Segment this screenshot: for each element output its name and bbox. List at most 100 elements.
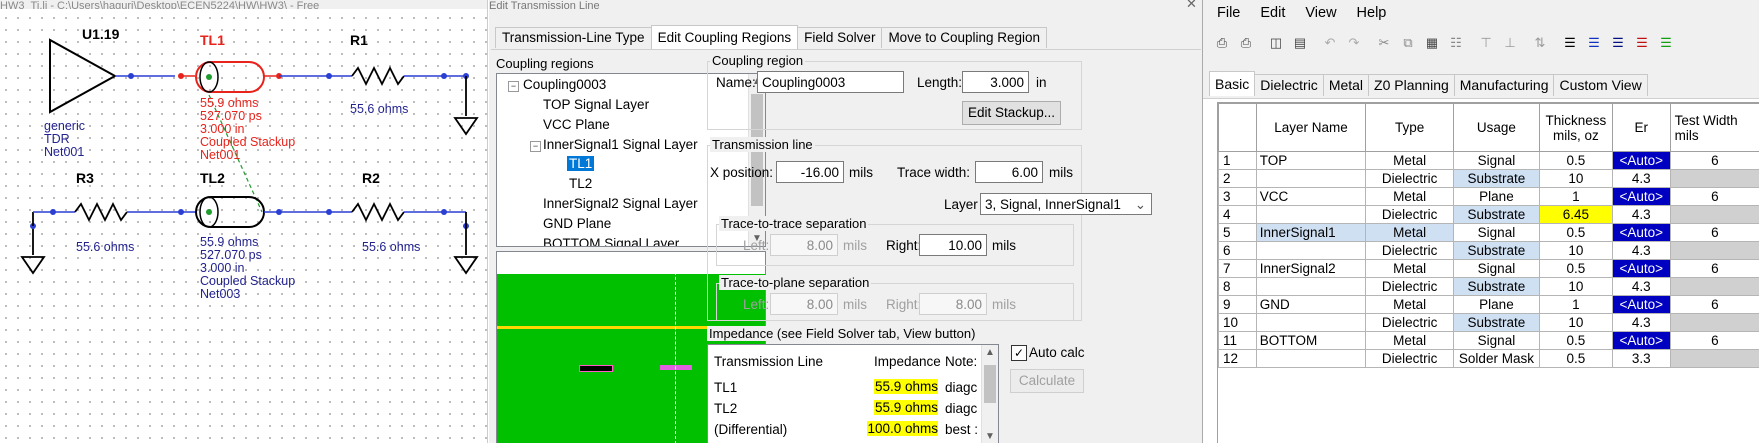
trace-width-field[interactable]: 6.00 xyxy=(975,161,1043,183)
stackup-tab-z0-planning[interactable]: Z0 Planning xyxy=(1368,74,1455,96)
sort-icon[interactable]: ⇅ xyxy=(1531,34,1549,52)
table-row[interactable]: 6 Dielectric Substrate 10 4.3 xyxy=(1218,241,1759,260)
usage-cell[interactable]: Plane xyxy=(1452,187,1540,206)
tree-node-tl1[interactable]: TL1 xyxy=(567,156,595,171)
stackup-tab-manufacturing[interactable]: Manufacturing xyxy=(1453,74,1555,96)
r1-symbol[interactable] xyxy=(351,65,405,87)
layer-name-cell[interactable]: TOP xyxy=(1255,151,1367,170)
t2p-left-field[interactable]: 8.00 xyxy=(770,293,838,315)
test-width-cell[interactable] xyxy=(1669,349,1759,368)
type-cell[interactable]: Dielectric xyxy=(1365,241,1454,260)
test-width-cell[interactable] xyxy=(1669,205,1759,224)
er-cell[interactable]: <Auto> xyxy=(1611,223,1671,242)
r3-symbol[interactable] xyxy=(74,201,128,223)
schematic-drawing[interactable] xyxy=(0,0,487,443)
layer-name-cell[interactable]: InnerSignal1 xyxy=(1255,223,1367,242)
tree-node-tl2[interactable]: TL2 xyxy=(569,176,592,191)
test-width-cell[interactable] xyxy=(1669,277,1759,296)
thickness-cell[interactable]: 10 xyxy=(1538,277,1613,296)
red-bars-icon[interactable]: ☰ xyxy=(1633,34,1651,52)
rows-icon[interactable]: ▤ xyxy=(1291,34,1309,52)
type-cell[interactable]: Dielectric xyxy=(1365,205,1454,224)
stackup-tab-basic[interactable]: Basic xyxy=(1209,71,1256,96)
test-width-cell[interactable] xyxy=(1669,313,1759,332)
tab-edit-coupling-regions[interactable]: Edit Coupling Regions xyxy=(650,25,799,49)
tree-node-top[interactable]: TOP Signal Layer xyxy=(543,97,649,112)
copy-icon[interactable]: ⧉ xyxy=(1399,34,1417,52)
tree-node-vcc[interactable]: VCC Plane xyxy=(543,117,610,132)
usage-cell[interactable]: Substrate xyxy=(1452,205,1540,224)
thickness-cell[interactable]: 0.5 xyxy=(1538,151,1613,170)
type-cell[interactable]: Metal xyxy=(1365,223,1454,242)
table-row[interactable]: 4 Dielectric Substrate 6.45 4.3 xyxy=(1218,205,1759,224)
schematic-canvas[interactable]: HW3_Ti.li - C:\Users\haguri\Desktop\ECEN… xyxy=(0,0,488,443)
layer-name-cell[interactable]: InnerSignal2 xyxy=(1255,259,1367,278)
usage-cell[interactable]: Signal xyxy=(1452,223,1540,242)
er-cell[interactable]: 4.3 xyxy=(1611,313,1671,332)
type-cell[interactable]: Dielectric xyxy=(1365,169,1454,188)
table-row[interactable]: 3 VCC Metal Plane 1 <Auto> 6 xyxy=(1218,187,1759,206)
thickness-cell[interactable]: 1 xyxy=(1538,187,1613,206)
layer-name-cell[interactable]: VCC xyxy=(1255,187,1367,206)
layer-name-cell[interactable] xyxy=(1255,241,1367,260)
tl1-symbol[interactable] xyxy=(195,61,265,93)
close-icon[interactable]: ✕ xyxy=(1186,0,1197,12)
usage-cell[interactable]: Substrate xyxy=(1452,313,1540,332)
type-cell[interactable]: Metal xyxy=(1365,187,1454,206)
thickness-cell[interactable]: 10 xyxy=(1538,241,1613,260)
tree-node-coupling[interactable]: Coupling0003 xyxy=(523,77,606,92)
usage-cell[interactable]: Substrate xyxy=(1452,169,1540,188)
test-width-cell[interactable]: 6 xyxy=(1669,295,1759,314)
er-cell[interactable]: 4.3 xyxy=(1611,241,1671,260)
header-usage[interactable]: Usage xyxy=(1452,103,1540,152)
usage-cell[interactable]: Signal xyxy=(1452,151,1540,170)
layer-name-cell[interactable] xyxy=(1255,205,1367,224)
thickness-cell[interactable]: 0.5 xyxy=(1538,349,1613,368)
stackup-tab-custom-view[interactable]: Custom View xyxy=(1553,74,1648,96)
calculate-button[interactable]: Calculate xyxy=(1010,369,1084,393)
er-cell[interactable]: <Auto> xyxy=(1611,187,1671,206)
usage-cell[interactable]: Substrate xyxy=(1452,241,1540,260)
test-width-cell[interactable]: 6 xyxy=(1669,223,1759,242)
columns-icon[interactable]: ◫ xyxy=(1267,34,1285,52)
thickness-cell[interactable]: 10 xyxy=(1538,313,1613,332)
table-row[interactable]: 12 Dielectric Solder Mask 0.5 3.3 xyxy=(1218,349,1759,368)
t2t-left-field[interactable]: 8.00 xyxy=(770,234,838,256)
type-cell[interactable]: Metal xyxy=(1365,331,1454,350)
test-width-cell[interactable] xyxy=(1669,169,1759,188)
header-thickness[interactable]: Thickness mils, oz xyxy=(1538,103,1613,152)
type-cell[interactable]: Metal xyxy=(1365,259,1454,278)
header-type[interactable]: Type xyxy=(1365,103,1454,152)
insert-above-icon[interactable]: ⊤ xyxy=(1477,34,1495,52)
layer-name-cell[interactable] xyxy=(1255,349,1367,368)
header-layer-name[interactable]: Layer Name xyxy=(1255,103,1367,152)
paste-special-icon[interactable]: ▦ xyxy=(1423,34,1441,52)
driver-symbol[interactable] xyxy=(49,38,118,114)
collapse-icon[interactable]: − xyxy=(508,81,519,92)
redo-icon[interactable]: ↷ xyxy=(1345,34,1363,52)
er-cell[interactable]: 4.3 xyxy=(1611,277,1671,296)
menu-view[interactable]: View xyxy=(1305,5,1336,21)
type-cell[interactable]: Metal xyxy=(1365,295,1454,314)
undo-icon[interactable]: ↶ xyxy=(1321,34,1339,52)
thickness-cell[interactable]: 0.5 xyxy=(1538,331,1613,350)
test-width-cell[interactable]: 6 xyxy=(1669,187,1759,206)
test-width-cell[interactable]: 6 xyxy=(1669,331,1759,350)
t2t-right-field[interactable]: 10.00 xyxy=(919,234,987,256)
tree-node-gnd[interactable]: GND Plane xyxy=(543,216,611,231)
usage-cell[interactable]: Solder Mask xyxy=(1452,349,1540,368)
stackup-grid[interactable]: Layer Name Type Usage Thickness mils, oz… xyxy=(1217,102,1759,443)
er-cell[interactable]: <Auto> xyxy=(1611,331,1671,350)
tl2-symbol[interactable] xyxy=(195,196,265,228)
blue-bars-icon[interactable]: ☰ xyxy=(1585,34,1603,52)
layer-select[interactable]: 3, Signal, InnerSignal1 ⌄ xyxy=(980,193,1152,215)
er-cell[interactable]: <Auto> xyxy=(1611,295,1671,314)
menu-help[interactable]: Help xyxy=(1357,5,1387,21)
er-cell[interactable]: <Auto> xyxy=(1611,259,1671,278)
edit-stackup-button[interactable]: Edit Stackup... xyxy=(962,101,1061,125)
er-cell[interactable]: 4.3 xyxy=(1611,169,1671,188)
tab-transmission-line-type[interactable]: Transmission-Line Type xyxy=(495,27,652,48)
layer-color-icon[interactable]: ☰ xyxy=(1561,34,1579,52)
length-field[interactable]: 3.000 xyxy=(962,71,1029,93)
test-width-cell[interactable]: 6 xyxy=(1669,259,1759,278)
